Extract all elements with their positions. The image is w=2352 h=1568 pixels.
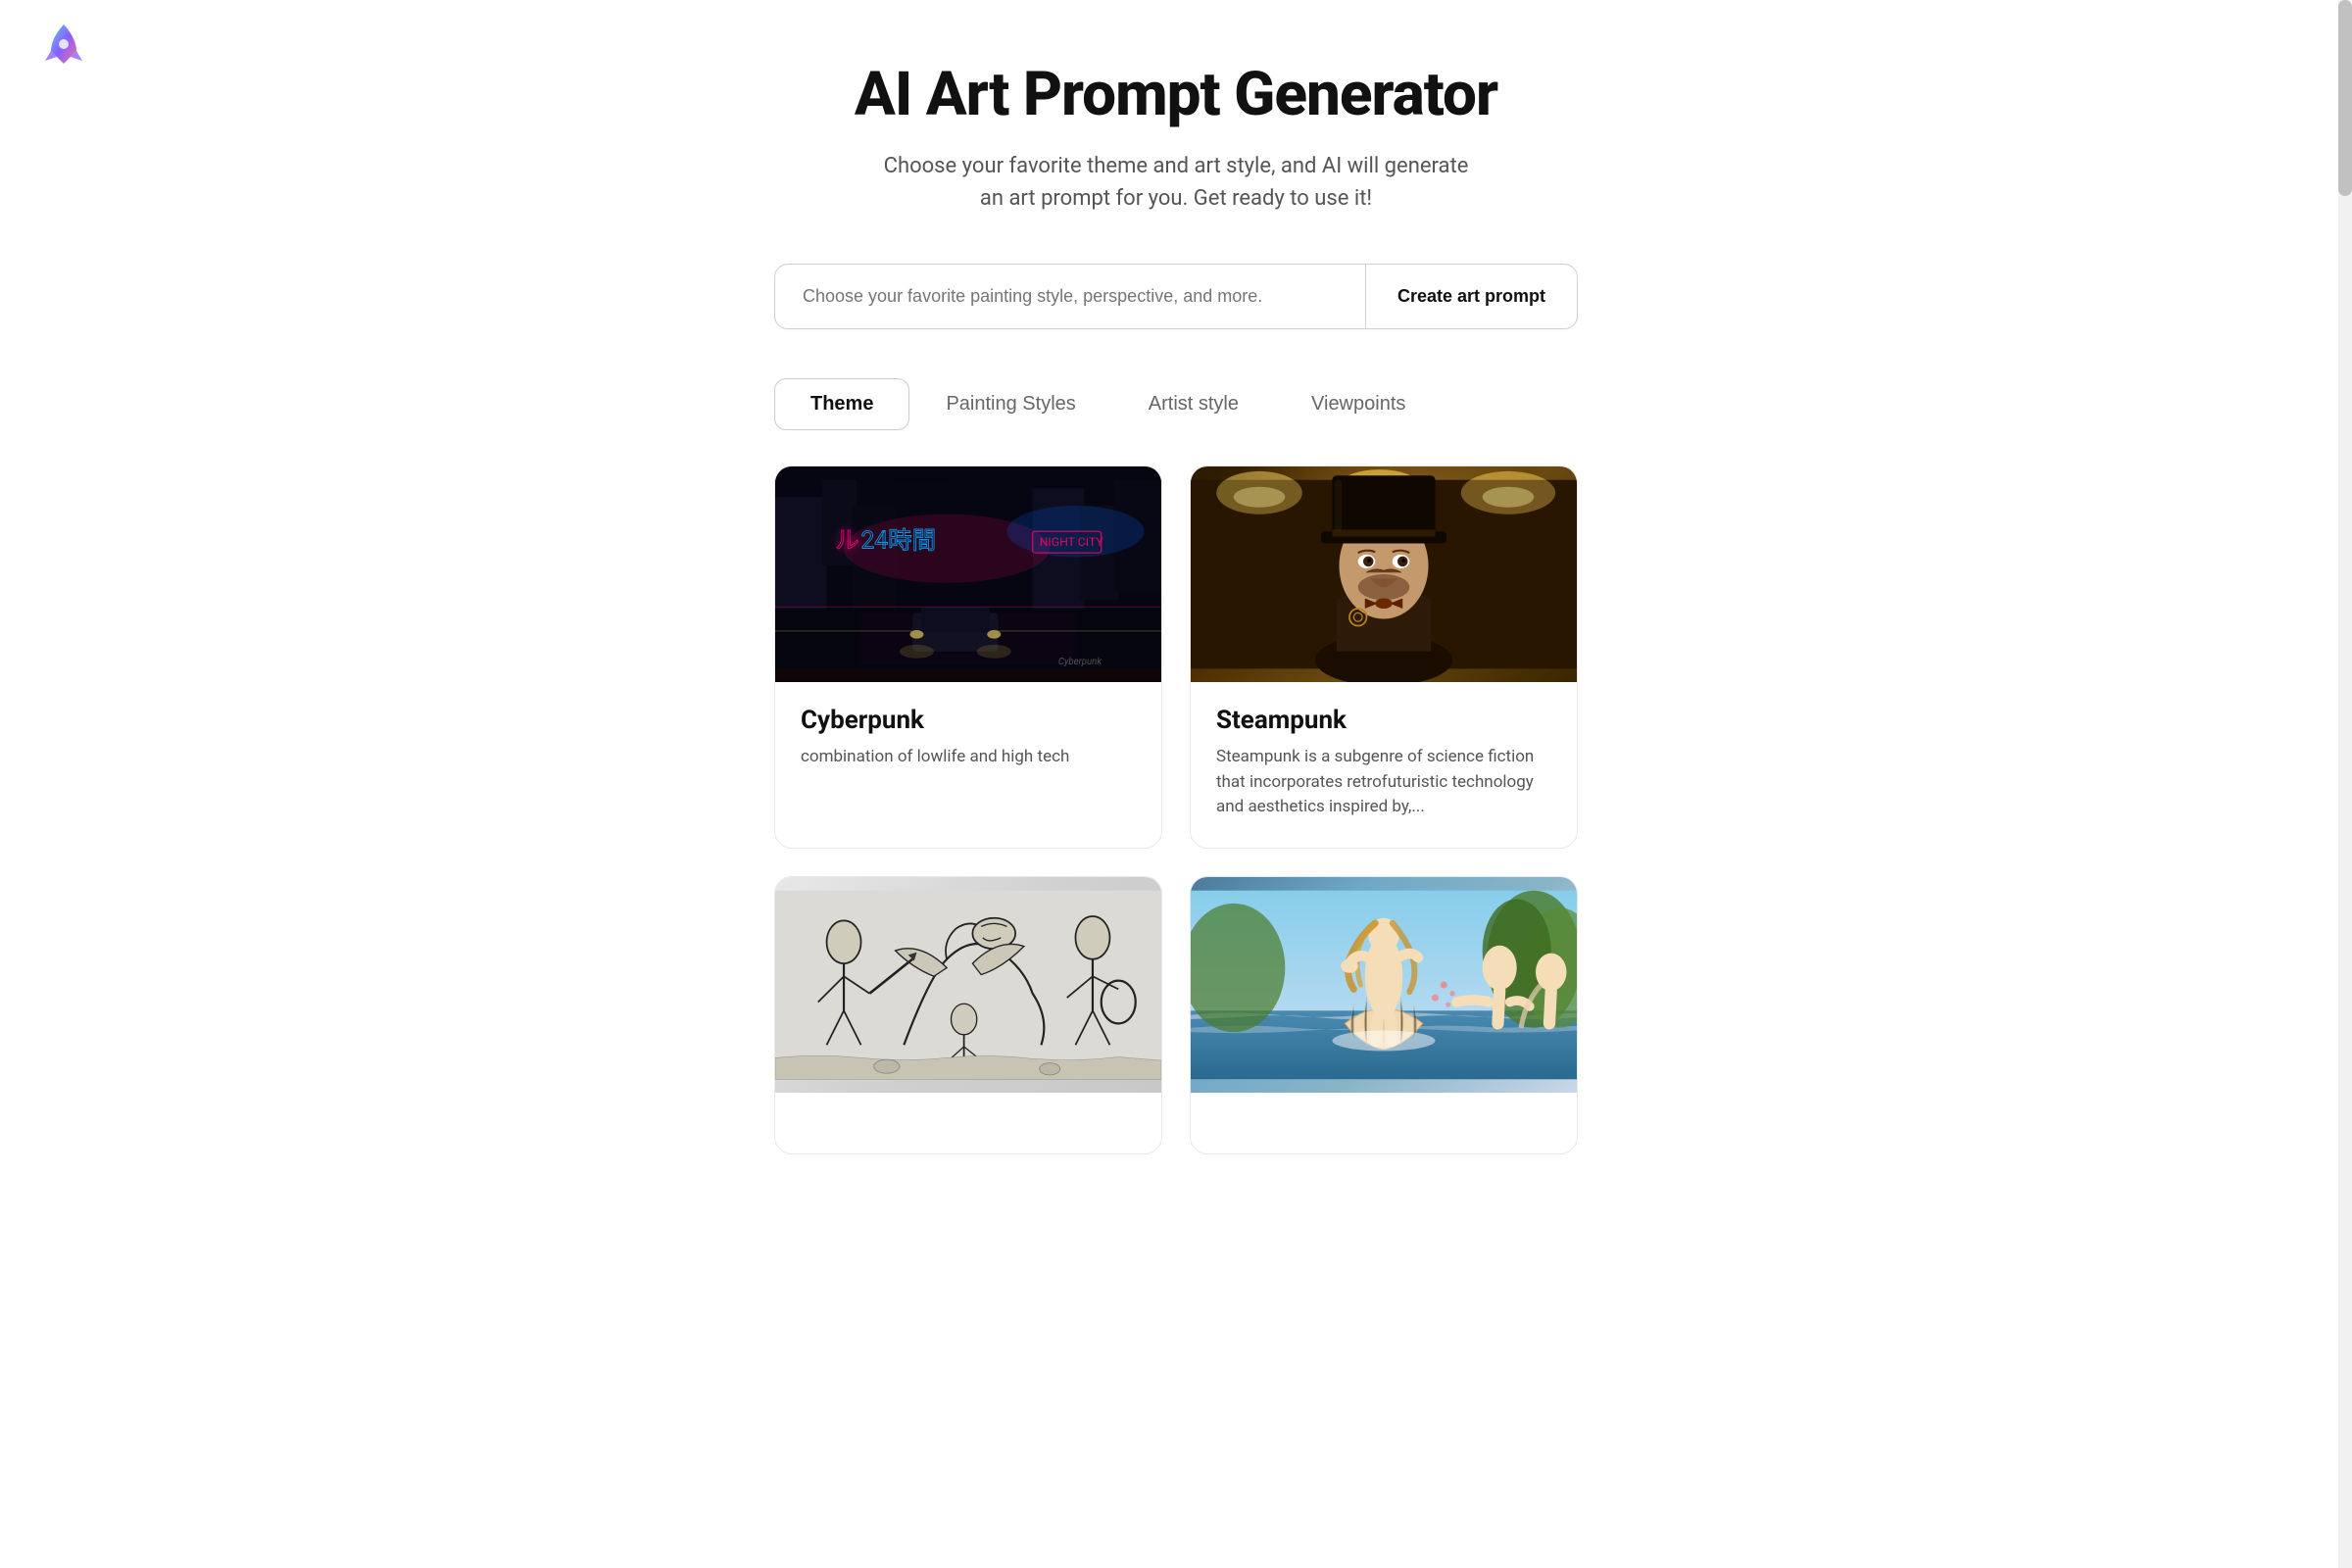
- cyberpunk-card-body: Cyberpunk combination of lowlife and hig…: [775, 682, 1161, 798]
- cyberpunk-image: ル 24時間: [775, 466, 1161, 682]
- page-subtitle: Choose your favorite theme and art style…: [882, 150, 1470, 215]
- svg-text:24時間: 24時間: [861, 526, 937, 555]
- sketch-card-body: [775, 1093, 1161, 1153]
- create-prompt-button[interactable]: Create art prompt: [1365, 265, 1577, 328]
- page-header: AI Art Prompt Generator Choose your favo…: [774, 59, 1578, 215]
- sketch-image: [775, 877, 1161, 1093]
- steampunk-card-body: Steampunk Steampunk is a subgenre of sci…: [1191, 682, 1577, 848]
- svg-text:NIGHT CITY: NIGHT CITY: [1040, 535, 1104, 549]
- renaissance-image: [1191, 877, 1577, 1093]
- search-input[interactable]: [775, 265, 1365, 328]
- page-title: AI Art Prompt Generator: [774, 59, 1578, 130]
- tab-viewpoints[interactable]: Viewpoints: [1275, 378, 1442, 430]
- scrollbar[interactable]: [2338, 0, 2352, 1568]
- tab-painting-styles[interactable]: Painting Styles: [909, 378, 1111, 430]
- logo[interactable]: [39, 20, 88, 69]
- renaissance-card-body: [1191, 1093, 1577, 1153]
- cyberpunk-title: Cyberpunk: [801, 706, 1136, 735]
- svg-text:ル: ル: [835, 526, 859, 555]
- card-cyberpunk[interactable]: ル 24時間: [774, 466, 1162, 849]
- steampunk-title: Steampunk: [1216, 706, 1551, 735]
- steampunk-desc: Steampunk is a subgenre of science ficti…: [1216, 745, 1551, 820]
- card-steampunk[interactable]: Steampunk Steampunk is a subgenre of sci…: [1190, 466, 1578, 849]
- cards-grid: ル 24時間: [774, 466, 1578, 1154]
- tab-artist-style[interactable]: Artist style: [1112, 378, 1275, 430]
- card-renaissance[interactable]: [1190, 876, 1578, 1154]
- svg-text:Cyberpunk: Cyberpunk: [1058, 657, 1102, 667]
- tab-bar: Theme Painting Styles Artist style Viewp…: [774, 378, 1578, 430]
- steampunk-image: [1191, 466, 1577, 682]
- card-sketch[interactable]: [774, 876, 1162, 1154]
- scrollbar-thumb[interactable]: [2338, 0, 2352, 196]
- search-bar: Create art prompt: [774, 264, 1578, 329]
- cyberpunk-desc: combination of lowlife and high tech: [801, 745, 1136, 770]
- tab-theme[interactable]: Theme: [774, 378, 909, 430]
